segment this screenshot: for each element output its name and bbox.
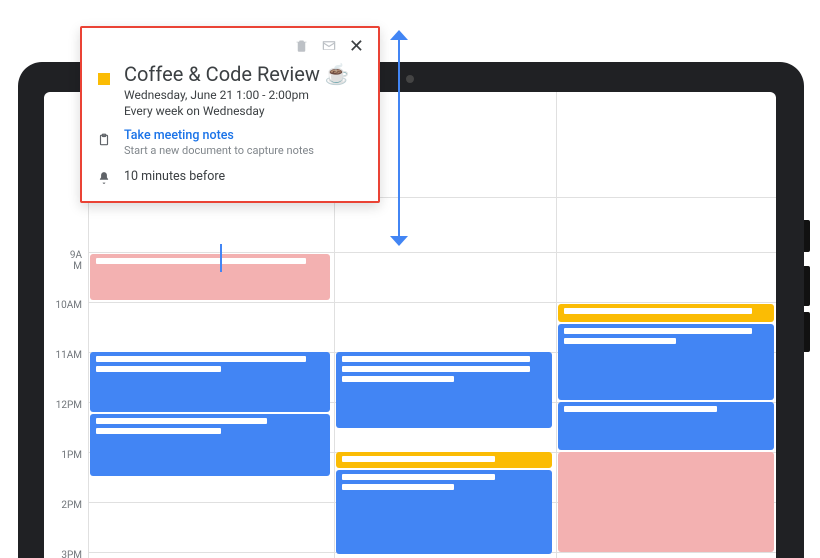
calendar-event[interactable] (90, 254, 330, 300)
calendar-day-column[interactable] (558, 92, 776, 558)
calendar-event[interactable] (336, 452, 552, 468)
calendar-event[interactable] (558, 452, 774, 552)
time-label: 12PM (56, 400, 82, 411)
event-color-swatch (98, 73, 110, 85)
event-datetime: Wednesday, June 21 1:00 - 2:00pm (124, 88, 350, 102)
close-icon[interactable]: ✕ (349, 38, 364, 56)
mail-icon[interactable] (321, 38, 337, 56)
tablet-side-button (804, 266, 810, 306)
calendar-event[interactable] (90, 352, 330, 412)
callout-pointer (220, 244, 222, 272)
calendar-event[interactable] (558, 324, 774, 400)
calendar-event[interactable] (558, 304, 774, 322)
calendar-event[interactable] (558, 402, 774, 450)
calendar-event[interactable] (336, 470, 552, 554)
time-label: 1PM (61, 450, 82, 461)
time-label: 10AM (56, 300, 83, 311)
calendar-event[interactable] (336, 352, 552, 428)
trash-icon[interactable] (294, 38, 309, 56)
tablet-side-button (804, 312, 810, 352)
event-detail-popup: ✕ Coffee & Code Review ☕ Wednesday, June… (80, 26, 380, 203)
time-label: 11AM (56, 350, 83, 361)
event-title: Coffee & Code Review ☕ (124, 62, 350, 86)
calendar-event[interactable] (90, 414, 330, 476)
time-label: 3PM (61, 550, 82, 558)
bell-icon (96, 167, 112, 185)
take-notes-link[interactable]: Take meeting notes (124, 128, 314, 143)
time-label: 2PM (61, 500, 82, 511)
event-recurrence: Every week on Wednesday (124, 104, 350, 118)
clipboard-icon (96, 128, 112, 148)
popup-action-row: ✕ (96, 38, 364, 56)
reminder-text: 10 minutes before (124, 167, 225, 184)
tablet-side-button (804, 220, 810, 252)
take-notes-sub: Start a new document to capture notes (124, 144, 314, 157)
time-label: 9AM (70, 250, 82, 272)
resize-handle-arrow[interactable] (390, 30, 408, 246)
